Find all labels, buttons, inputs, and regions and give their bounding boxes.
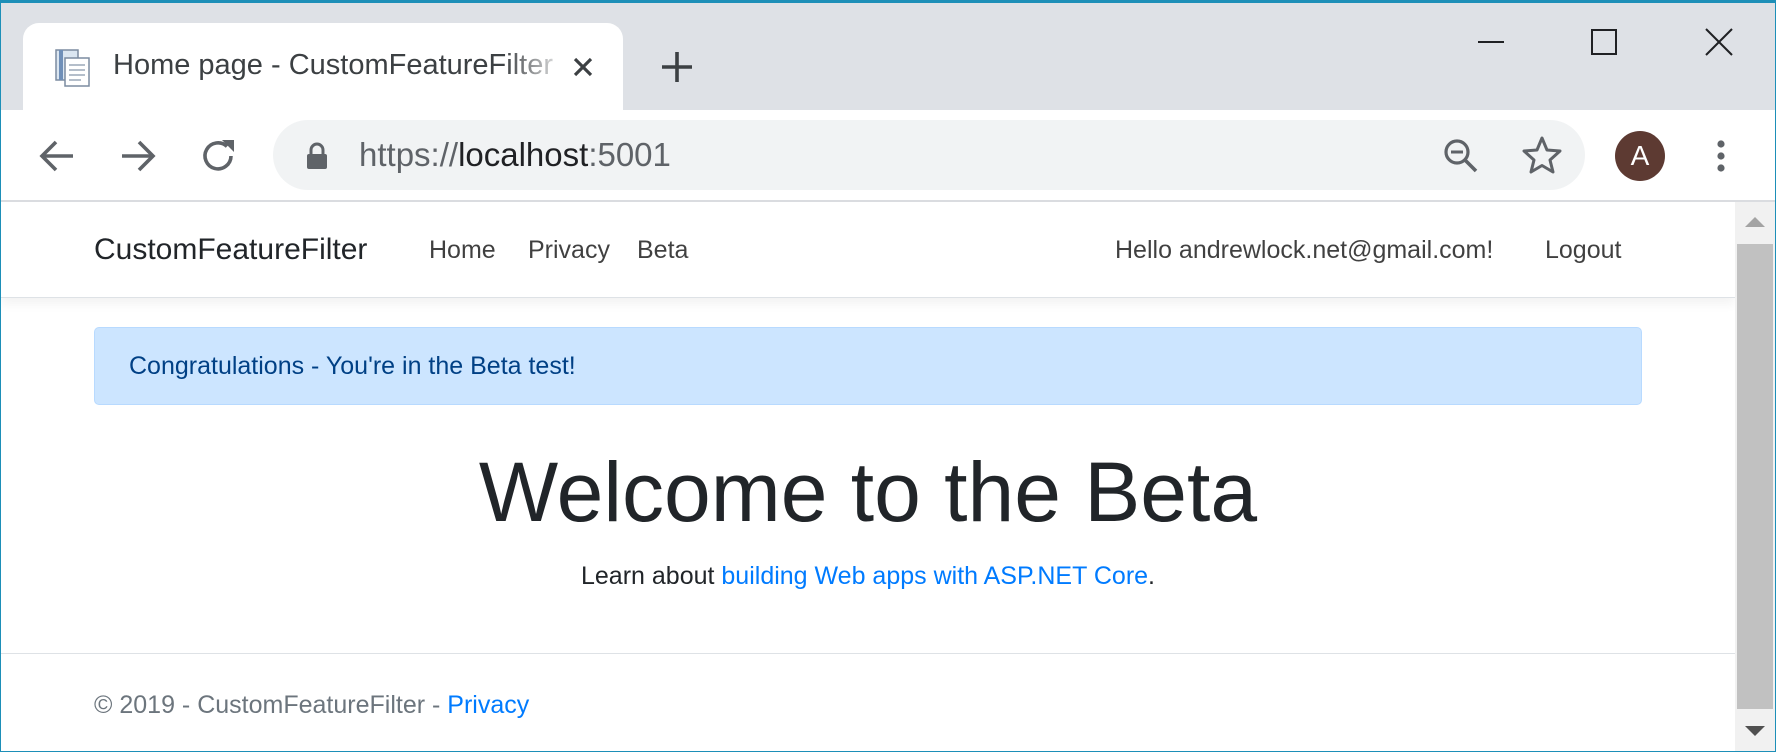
maximize-icon[interactable] bbox=[1574, 17, 1634, 67]
scrollbar-thumb[interactable] bbox=[1737, 244, 1773, 709]
arrow-left-icon[interactable] bbox=[33, 132, 81, 180]
nav-link-beta[interactable]: Beta bbox=[637, 232, 688, 268]
footer-privacy-link[interactable]: Privacy bbox=[447, 691, 529, 719]
lock-icon[interactable] bbox=[303, 141, 331, 171]
nav-link-home[interactable]: Home bbox=[429, 232, 496, 268]
subtitle-prefix: Learn about bbox=[581, 562, 722, 590]
window-close-icon[interactable] bbox=[1689, 17, 1749, 67]
browser-window: Home page - CustomFeatureFilter https://… bbox=[0, 0, 1776, 752]
plus-icon[interactable] bbox=[656, 46, 698, 88]
footer-copyright: © 2019 - CustomFeatureFilter - bbox=[94, 691, 448, 719]
minimize-icon[interactable] bbox=[1461, 17, 1521, 67]
scroll-up-icon[interactable] bbox=[1735, 202, 1775, 242]
beta-alert: Congratulations - You're in the Beta tes… bbox=[94, 327, 1642, 405]
url-text[interactable]: https://localhost:5001 bbox=[359, 134, 671, 176]
document-icon bbox=[55, 49, 90, 87]
url-scheme: https:// bbox=[359, 136, 459, 173]
page-viewport: CustomFeatureFilter Home Privacy Beta He… bbox=[1, 202, 1735, 751]
close-icon[interactable] bbox=[569, 53, 597, 81]
vertical-scrollbar[interactable] bbox=[1735, 202, 1775, 751]
site-navbar: CustomFeatureFilter Home Privacy Beta He… bbox=[1, 202, 1735, 298]
alert-text: Congratulations - You're in the Beta tes… bbox=[129, 352, 576, 380]
address-bar[interactable]: https://localhost:5001 bbox=[273, 120, 1585, 190]
zoom-out-icon[interactable] bbox=[1441, 136, 1481, 176]
nav-link-privacy[interactable]: Privacy bbox=[528, 232, 610, 268]
page-subtitle: Learn about building Web apps with ASP.N… bbox=[1, 558, 1735, 594]
footer-text: © 2019 - CustomFeatureFilter - Privacy bbox=[94, 687, 529, 723]
avatar[interactable]: A bbox=[1615, 131, 1665, 181]
page-footer: © 2019 - CustomFeatureFilter - Privacy bbox=[1, 653, 1735, 751]
arrow-right-icon[interactable] bbox=[114, 132, 162, 180]
url-port: :5001 bbox=[588, 136, 671, 173]
star-icon[interactable] bbox=[1521, 134, 1563, 176]
browser-tab[interactable]: Home page - CustomFeatureFilter bbox=[23, 23, 623, 110]
page-title: Welcome to the Beta bbox=[478, 445, 1258, 539]
kebab-menu-icon[interactable] bbox=[1701, 132, 1741, 180]
user-greeting-link[interactable]: Hello andrewlock.net@gmail.com! bbox=[1115, 232, 1493, 268]
subtitle-suffix: . bbox=[1148, 562, 1155, 590]
aspnet-docs-link[interactable]: building Web apps with ASP.NET Core bbox=[721, 562, 1148, 590]
scroll-down-icon[interactable] bbox=[1735, 711, 1775, 751]
browser-toolbar: https://localhost:5001 A bbox=[1, 110, 1775, 202]
logout-button[interactable]: Logout bbox=[1545, 232, 1621, 268]
tab-title: Home page - CustomFeatureFilter bbox=[113, 49, 553, 81]
reload-icon[interactable] bbox=[194, 132, 242, 180]
tab-strip: Home page - CustomFeatureFilter bbox=[1, 3, 1775, 110]
navbar-brand[interactable]: CustomFeatureFilter bbox=[94, 230, 367, 270]
url-host: localhost bbox=[458, 136, 589, 173]
